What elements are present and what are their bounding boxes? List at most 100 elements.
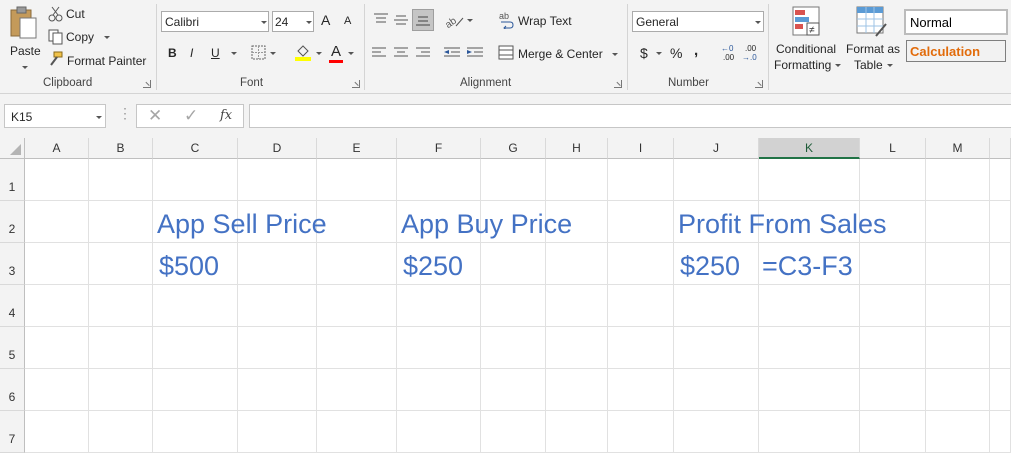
cancel-icon[interactable]: ✕ — [148, 106, 162, 126]
column-header-D[interactable]: D — [238, 138, 317, 159]
font-size-value: 24 — [275, 15, 289, 29]
underline-dropdown-icon[interactable] — [231, 52, 237, 55]
shrink-font-button[interactable]: A — [344, 15, 351, 27]
orientation-dropdown-icon[interactable] — [467, 19, 473, 22]
style-normal-label: Normal — [910, 15, 952, 30]
italic-button[interactable]: I — [190, 46, 193, 60]
percent-button[interactable]: % — [670, 45, 682, 61]
cell-F2[interactable]: App Buy Price — [401, 204, 572, 244]
name-box[interactable]: K15 — [4, 104, 106, 128]
decrease-indent-icon[interactable] — [443, 46, 461, 60]
svg-text:≠: ≠ — [809, 25, 815, 36]
column-header[interactable] — [990, 138, 1011, 159]
format-painter-button[interactable]: Format Painter — [48, 51, 148, 69]
font-color-button[interactable]: A — [331, 43, 341, 60]
formula-bar: K15 ⋮ ✕ ✓ fx — [0, 94, 1011, 138]
column-header-K[interactable]: K — [759, 138, 860, 159]
bottom-align-button[interactable] — [412, 9, 434, 31]
row-header-7[interactable]: 7 — [0, 411, 25, 453]
conditional-formatting-button[interactable]: ≠ Conditional Formatting — [771, 4, 843, 74]
row-header-6[interactable]: 6 — [0, 369, 25, 411]
paste-label: Paste — [10, 44, 41, 58]
column-header-C[interactable]: C — [153, 138, 238, 159]
cell-J3[interactable]: $250 — [680, 246, 740, 286]
table-label-1: Format as — [846, 42, 901, 56]
align-center-icon[interactable] — [393, 46, 409, 60]
fill-color-icon[interactable] — [294, 43, 312, 61]
comma-button[interactable]: , — [694, 42, 698, 59]
wrap-text-icon: ab — [499, 11, 514, 29]
font-name-value: Calibri — [165, 15, 200, 29]
borders-icon[interactable] — [251, 45, 267, 61]
row-header-1[interactable]: 1 — [0, 159, 25, 201]
bold-button[interactable]: B — [168, 46, 177, 60]
style-calculation[interactable]: Calculation — [906, 40, 1006, 62]
gridline — [607, 159, 608, 453]
number-launcher-icon[interactable] — [755, 80, 763, 88]
scissors-icon — [48, 6, 63, 22]
worksheet-grid[interactable]: ABCDEFGHIJKLM 1234567 App Sell Price App… — [0, 138, 1011, 453]
column-header-F[interactable]: F — [397, 138, 481, 159]
grow-font-button[interactable]: A — [321, 12, 330, 28]
gridline — [25, 410, 1011, 411]
enter-icon[interactable]: ✓ — [184, 106, 198, 126]
chevron-down-icon — [755, 21, 761, 24]
fill-color-dropdown-icon[interactable] — [316, 52, 322, 55]
select-all-corner[interactable] — [0, 138, 25, 159]
top-align-icon[interactable] — [373, 13, 389, 27]
clipboard-launcher-icon[interactable] — [143, 80, 151, 88]
borders-dropdown-icon[interactable] — [270, 52, 276, 55]
font-color-dropdown-icon[interactable] — [348, 52, 354, 55]
cell-J2[interactable]: Profit From Sales — [678, 204, 887, 244]
font-name-select[interactable]: Calibri — [161, 11, 269, 32]
format-as-table-button[interactable]: Format as Table — [844, 4, 902, 74]
cell-C3[interactable]: $500 — [159, 246, 219, 286]
row-header-4[interactable]: 4 — [0, 285, 25, 327]
copy-icon — [48, 29, 63, 45]
alignment-launcher-icon[interactable] — [614, 80, 622, 88]
column-header-J[interactable]: J — [674, 138, 759, 159]
currency-button[interactable]: $ — [640, 45, 648, 61]
clipboard-icon — [10, 6, 37, 39]
formula-input[interactable] — [249, 104, 1011, 128]
gridline — [25, 326, 1011, 327]
wrap-text-button[interactable]: ab Wrap Text — [498, 11, 578, 31]
number-format-select[interactable]: General — [632, 11, 764, 32]
insert-function-icon[interactable]: fx — [220, 108, 232, 123]
align-left-icon[interactable] — [371, 46, 387, 60]
font-launcher-icon[interactable] — [352, 80, 360, 88]
cell-C2[interactable]: App Sell Price — [157, 204, 327, 244]
column-header-H[interactable]: H — [546, 138, 608, 159]
currency-dropdown-icon[interactable] — [656, 52, 662, 55]
column-header-E[interactable]: E — [317, 138, 397, 159]
gridline — [152, 159, 153, 453]
increase-decimal-button[interactable]: ←0 .00 — [720, 44, 740, 64]
column-header-G[interactable]: G — [481, 138, 546, 159]
paste-button[interactable]: Paste — [4, 4, 44, 74]
column-header-B[interactable]: B — [89, 138, 153, 159]
copy-button[interactable]: Copy — [48, 29, 118, 47]
underline-button[interactable]: U — [211, 46, 220, 60]
cut-button[interactable]: Cut — [48, 6, 108, 24]
column-header-M[interactable]: M — [926, 138, 990, 159]
column-header-I[interactable]: I — [608, 138, 674, 159]
increase-decimal-top: ←0 — [721, 44, 734, 53]
column-header-A[interactable]: A — [25, 138, 89, 159]
column-header-L[interactable]: L — [860, 138, 926, 159]
middle-align-icon[interactable] — [393, 13, 409, 27]
increase-indent-icon[interactable] — [466, 46, 484, 60]
orientation-icon[interactable]: ab — [444, 12, 464, 28]
conditional-dropdown-icon — [835, 64, 841, 67]
row-header-2[interactable]: 2 — [0, 201, 25, 243]
row-header-5[interactable]: 5 — [0, 327, 25, 369]
increase-decimal-bottom: .00 — [723, 53, 735, 62]
row-header-3[interactable]: 3 — [0, 243, 25, 285]
cell-K3[interactable]: =C3-F3 — [762, 246, 853, 286]
gridline — [673, 159, 674, 453]
decrease-decimal-button[interactable]: .00 →.0 — [741, 44, 763, 64]
font-size-select[interactable]: 24 — [272, 11, 314, 32]
style-normal[interactable]: Normal — [904, 9, 1008, 35]
cell-F3[interactable]: $250 — [403, 246, 463, 286]
align-right-icon[interactable] — [415, 46, 431, 60]
merge-center-button[interactable]: Merge & Center — [498, 44, 623, 64]
